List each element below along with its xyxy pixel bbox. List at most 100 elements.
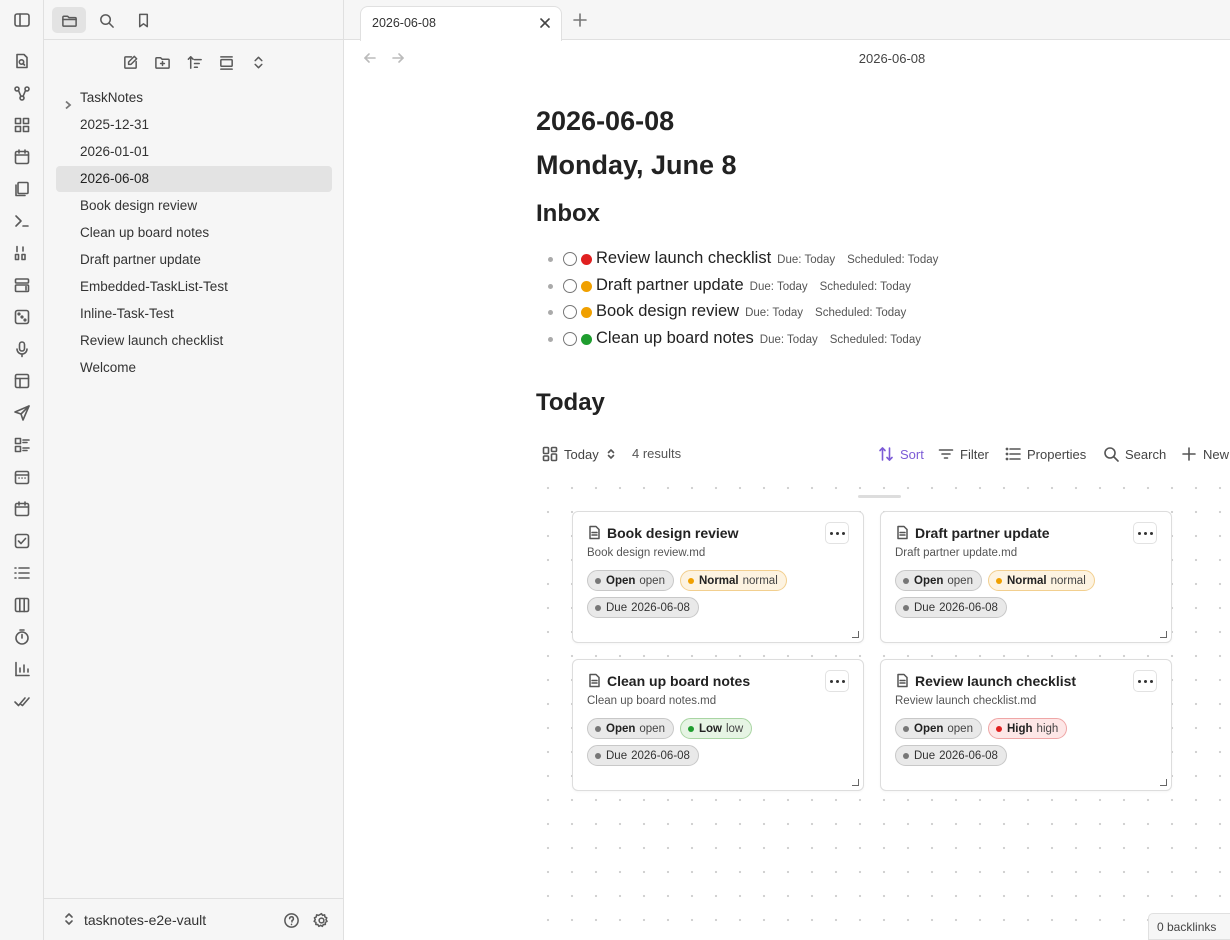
more-options-icon[interactable] xyxy=(1133,522,1157,544)
new-item-button[interactable]: New xyxy=(1181,446,1229,462)
tree-file[interactable]: Welcome xyxy=(56,355,332,381)
publish-icon[interactable] xyxy=(12,403,32,423)
tree-file[interactable]: Inline-Task-Test xyxy=(56,301,332,327)
kanban-icon[interactable] xyxy=(12,595,32,615)
graph-view-icon[interactable] xyxy=(12,83,32,103)
properties-button[interactable]: Properties xyxy=(1005,446,1086,462)
status-pill[interactable]: Open open xyxy=(587,718,674,739)
backlinks-status[interactable]: 0 backlinks xyxy=(1148,913,1230,940)
task-scheduled-date[interactable]: Scheduled: Today xyxy=(815,307,906,319)
calendar-icon[interactable] xyxy=(12,467,32,487)
command-palette-icon[interactable] xyxy=(12,211,32,231)
folder-collapsed-chevron-icon[interactable] xyxy=(63,93,73,110)
check-all-icon[interactable] xyxy=(12,691,32,711)
task-status-checkbox[interactable] xyxy=(563,252,577,266)
task-status-checkbox[interactable] xyxy=(563,305,577,319)
card-title[interactable]: Book design review xyxy=(607,525,738,541)
new-folder-icon[interactable] xyxy=(152,52,172,72)
task-card[interactable]: Draft partner update Draft partner update… xyxy=(880,511,1172,643)
card-title[interactable]: Clean up board notes xyxy=(607,673,750,689)
toggle-left-sidebar-icon[interactable] xyxy=(12,10,32,30)
tree-file[interactable]: Book design review xyxy=(56,193,332,219)
task-title[interactable]: Draft partner update xyxy=(596,276,744,294)
tree-folder[interactable]: TaskNotes xyxy=(56,85,332,111)
settings-gear-icon[interactable] xyxy=(311,910,331,930)
bookmarks-tab-bookmark-icon[interactable] xyxy=(126,7,160,33)
more-options-icon[interactable] xyxy=(825,522,849,544)
tree-file[interactable]: 2026-01-01 xyxy=(56,139,332,165)
stats-chart-icon[interactable] xyxy=(12,659,32,679)
auto-reveal-icon[interactable] xyxy=(216,52,236,72)
card-resize-handle[interactable] xyxy=(1160,779,1167,786)
tab-active-note[interactable]: 2026-06-08 xyxy=(360,6,562,41)
files-tab-folder-icon[interactable] xyxy=(52,7,86,33)
filter-button[interactable]: Filter xyxy=(938,446,989,462)
priority-pill[interactable]: High high xyxy=(987,718,1068,739)
number-list-icon[interactable] xyxy=(12,243,32,263)
priority-pill[interactable]: Normal normal xyxy=(679,570,787,591)
card-resize-handle[interactable] xyxy=(852,779,859,786)
templates-icon[interactable] xyxy=(12,179,32,199)
status-pill[interactable]: Open open xyxy=(587,570,674,591)
task-title[interactable]: Book design review xyxy=(596,302,739,320)
priority-pill[interactable]: Normal normal xyxy=(987,570,1095,591)
search-tab-search-icon[interactable] xyxy=(89,7,123,33)
sort-button[interactable]: Sort xyxy=(878,446,924,462)
priority-pill[interactable]: Low low xyxy=(679,718,753,739)
drag-handle[interactable] xyxy=(858,495,901,498)
inline-task-item[interactable]: Book design review Due: Today Scheduled: T… xyxy=(536,300,1136,327)
close-tab-icon[interactable] xyxy=(537,15,553,31)
tree-file[interactable]: Review launch checklist xyxy=(56,328,332,354)
dashboard-icon[interactable] xyxy=(12,435,32,455)
search-button[interactable]: Search xyxy=(1103,446,1166,462)
due-date-pill[interactable]: Due 2026-06-08 xyxy=(895,745,1007,766)
help-icon[interactable] xyxy=(281,910,301,930)
tree-file[interactable]: Draft partner update xyxy=(56,247,332,273)
canvas-icon[interactable] xyxy=(12,115,32,135)
due-date-pill[interactable]: Due 2026-06-08 xyxy=(587,745,699,766)
layout-icon[interactable] xyxy=(12,371,32,391)
tree-file[interactable]: 2025-12-31 xyxy=(56,112,332,138)
card-title[interactable]: Draft partner update xyxy=(915,525,1050,541)
new-tab-plus-icon[interactable] xyxy=(572,12,590,30)
task-scheduled-date[interactable]: Scheduled: Today xyxy=(830,334,921,346)
tree-file[interactable]: Embedded-TaskList-Test xyxy=(56,274,332,300)
task-card[interactable]: Clean up board notes Clean up board notes… xyxy=(572,659,864,791)
view-header-title[interactable]: 2026-06-08 xyxy=(344,51,1230,66)
collapse-all-chevrons-icon[interactable] xyxy=(248,52,268,72)
due-date-pill[interactable]: Due 2026-06-08 xyxy=(587,597,699,618)
task-card[interactable]: Book design review Book design review.md O… xyxy=(572,511,864,643)
task-due-date[interactable]: Due: Today xyxy=(745,307,803,319)
view-switcher[interactable]: Today xyxy=(542,446,623,462)
new-base-icon[interactable] xyxy=(12,275,32,295)
task-scheduled-date[interactable]: Scheduled: Today xyxy=(820,281,911,293)
task-due-date[interactable]: Due: Today xyxy=(760,334,818,346)
vault-name[interactable]: tasknotes-e2e-vault xyxy=(84,912,206,928)
pomodoro-timer-icon[interactable] xyxy=(12,627,32,647)
task-card[interactable]: Review launch checklist Review launch che… xyxy=(880,659,1172,791)
sort-order-icon[interactable] xyxy=(184,52,204,72)
audio-recorder-icon[interactable] xyxy=(12,339,32,359)
calendar-alt-icon[interactable] xyxy=(12,499,32,519)
card-resize-handle[interactable] xyxy=(1160,631,1167,638)
task-scheduled-date[interactable]: Scheduled: Today xyxy=(847,254,938,266)
more-options-icon[interactable] xyxy=(825,670,849,692)
open-quick-switcher-icon[interactable] xyxy=(12,51,32,71)
task-list-icon[interactable] xyxy=(12,563,32,583)
vault-chevron-updown-icon[interactable] xyxy=(62,912,76,926)
new-note-edit-icon[interactable] xyxy=(120,52,140,72)
status-pill[interactable]: Open open xyxy=(895,718,982,739)
tree-file[interactable]: Clean up board notes xyxy=(56,220,332,246)
card-resize-handle[interactable] xyxy=(852,631,859,638)
task-due-date[interactable]: Due: Today xyxy=(777,254,835,266)
status-pill[interactable]: Open open xyxy=(895,570,982,591)
inline-task-item[interactable]: Review launch checklist Due: Today Schedul… xyxy=(536,247,1136,274)
task-title[interactable]: Clean up board notes xyxy=(596,329,754,347)
tree-file[interactable]: 2026-06-08 xyxy=(56,166,332,192)
task-due-date[interactable]: Due: Today xyxy=(750,281,808,293)
task-title[interactable]: Review launch checklist xyxy=(596,249,771,267)
inline-task-item[interactable]: Draft partner update Due: Today Scheduled:… xyxy=(536,274,1136,301)
daily-note-icon[interactable] xyxy=(12,147,32,167)
task-status-checkbox[interactable] xyxy=(563,278,577,293)
inline-task-item[interactable]: Clean up board notes Due: Today Scheduled:… xyxy=(536,327,1136,354)
